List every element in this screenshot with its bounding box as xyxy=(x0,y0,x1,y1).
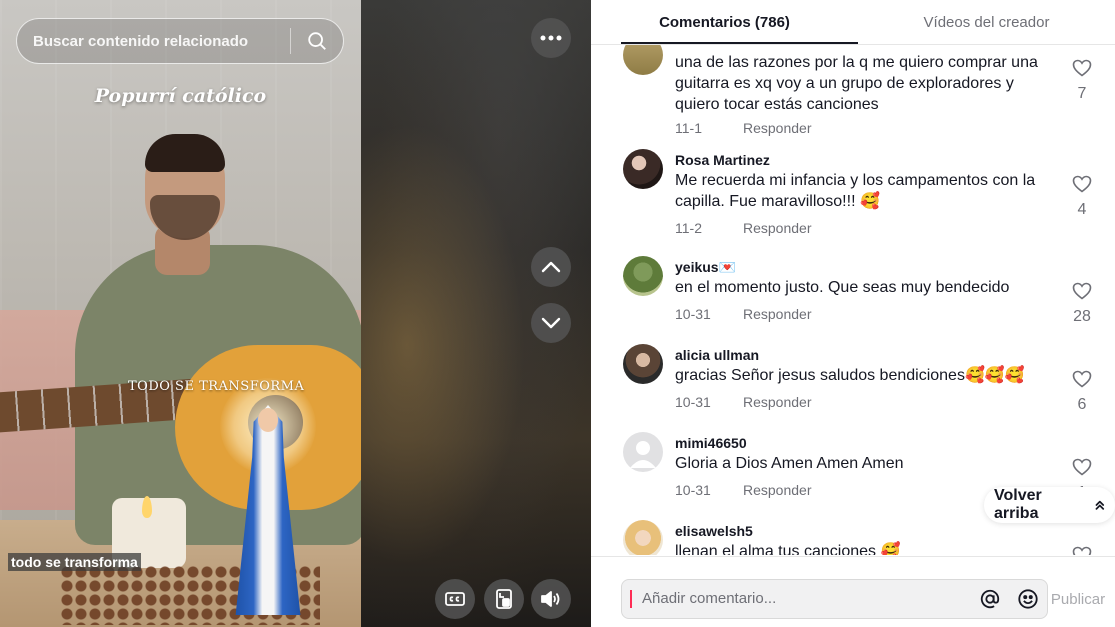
like-count: 28 xyxy=(1073,308,1091,325)
publish-button[interactable]: Publicar xyxy=(1048,579,1108,619)
captions-button[interactable] xyxy=(435,579,475,619)
search-input[interactable]: Buscar contenido relacionado xyxy=(17,33,290,50)
active-tab-indicator xyxy=(621,42,858,44)
heart-icon xyxy=(1072,458,1092,476)
comments-panel: Comentarios (786) Vídeos del creador una… xyxy=(591,0,1115,627)
panel-tabs: Comentarios (786) Vídeos del creador xyxy=(591,0,1115,45)
comment-date: 10-31 xyxy=(675,394,711,410)
avatar[interactable] xyxy=(623,256,663,296)
search-button[interactable] xyxy=(291,18,343,64)
reply-button[interactable]: Responder xyxy=(743,394,812,410)
reply-button[interactable]: Responder xyxy=(743,220,812,236)
heart-icon xyxy=(1072,175,1092,193)
closed-captions-icon xyxy=(445,592,465,606)
reply-button[interactable]: Responder xyxy=(743,306,812,322)
heart-icon xyxy=(1072,546,1092,555)
comment-text: en el momento justo. Que seas muy bendec… xyxy=(675,279,1010,296)
reply-button[interactable]: Responder xyxy=(743,482,812,498)
mini-player-icon xyxy=(496,589,512,609)
comment-username[interactable]: mimi46650 xyxy=(675,435,747,451)
emoji-icon xyxy=(1018,589,1038,609)
video-caption: todo se transforma xyxy=(8,553,141,571)
comment-text: una de las razones por la q me quiero co… xyxy=(675,54,1038,113)
heart-icon xyxy=(1072,370,1092,388)
like-count: 4 xyxy=(1077,201,1087,218)
comment-date: 11-1 xyxy=(675,120,702,136)
avatar[interactable] xyxy=(623,149,663,189)
virgin-face xyxy=(258,408,278,432)
comment-text: llenan el alma tus canciones 🥰 xyxy=(675,543,901,555)
more-options-button[interactable] xyxy=(531,18,571,58)
person-hair xyxy=(145,134,225,172)
comment-text: gracias Señor jesus saludos bendiciones🥰… xyxy=(675,367,1025,384)
comment-input-bar: Añadir comentario... Publicar xyxy=(591,556,1115,627)
comment-meta: 10-31 Responder xyxy=(675,482,812,498)
avatar[interactable] xyxy=(623,344,663,384)
previous-video-button[interactable] xyxy=(531,247,571,287)
volume-button[interactable] xyxy=(531,579,571,619)
avatar[interactable] xyxy=(623,520,663,555)
comment-date: 10-31 xyxy=(675,306,711,322)
comment-text: Me recuerda mi infancia y los campamento… xyxy=(675,172,1036,210)
comment-input-placeholder[interactable]: Añadir comentario... xyxy=(630,590,971,608)
at-icon xyxy=(980,589,1000,609)
mention-button[interactable] xyxy=(971,579,1009,619)
comment-input[interactable]: Añadir comentario... xyxy=(621,579,1048,619)
default-avatar-icon xyxy=(630,441,656,468)
tab-comments[interactable]: Comentarios (786) xyxy=(591,0,858,45)
double-chevron-up-icon xyxy=(1095,500,1105,510)
video-area: Popurrí católico TODO SE TRANSFORMA todo… xyxy=(0,0,591,627)
video-title-overlay: Popurrí católico xyxy=(94,85,267,107)
comment-username[interactable]: alicia ullman xyxy=(675,347,759,363)
next-video-button[interactable] xyxy=(531,303,571,343)
comment-username[interactable]: elisawelsh5 xyxy=(675,523,753,539)
search-icon xyxy=(308,32,326,50)
avatar[interactable] xyxy=(623,432,663,472)
comment-list[interactable]: una de las razones por la q me quiero co… xyxy=(591,45,1115,555)
like-button[interactable] xyxy=(1067,546,1097,555)
back-to-top-label: Volver arriba xyxy=(994,487,1042,522)
like-count: 7 xyxy=(1077,85,1087,102)
comment-date: 10-31 xyxy=(675,482,711,498)
like-button[interactable]: 28 xyxy=(1067,282,1097,326)
volume-icon xyxy=(541,591,560,607)
heart-icon xyxy=(1072,59,1092,77)
reply-button[interactable]: Responder xyxy=(743,120,812,136)
comment-meta: 10-31 Responder xyxy=(675,394,812,410)
mini-player-button[interactable] xyxy=(484,579,524,619)
comment-username[interactable]: yeikus💌 xyxy=(675,259,736,276)
comment-username[interactable]: Rosa Martinez xyxy=(675,152,770,168)
heart-icon xyxy=(1072,282,1092,300)
video-text-overlay: TODO SE TRANSFORMA xyxy=(128,379,305,394)
comment-date: 11-2 xyxy=(675,220,702,236)
like-count: 6 xyxy=(1077,396,1087,413)
more-icon xyxy=(540,35,562,41)
avatar[interactable] xyxy=(623,45,663,75)
search-bar[interactable]: Buscar contenido relacionado xyxy=(16,18,344,64)
video-player[interactable]: Popurrí católico TODO SE TRANSFORMA todo… xyxy=(0,0,361,627)
comment-meta: 10-31 Responder xyxy=(675,306,812,322)
like-button[interactable]: 4 xyxy=(1067,175,1097,219)
chevron-down-icon xyxy=(541,317,561,329)
like-button[interactable]: 6 xyxy=(1067,370,1097,414)
comment-meta: 11-2 Responder xyxy=(675,220,812,236)
like-button[interactable]: 7 xyxy=(1067,59,1097,103)
emoji-button[interactable] xyxy=(1009,579,1047,619)
tab-creator-videos[interactable]: Vídeos del creador xyxy=(858,0,1115,45)
chevron-up-icon xyxy=(541,261,561,273)
comment-meta: 11-1 Responder xyxy=(675,120,812,136)
comment-text: Gloria a Dios Amen Amen Amen xyxy=(675,455,904,472)
back-to-top-button[interactable]: Volver arriba xyxy=(984,487,1115,523)
